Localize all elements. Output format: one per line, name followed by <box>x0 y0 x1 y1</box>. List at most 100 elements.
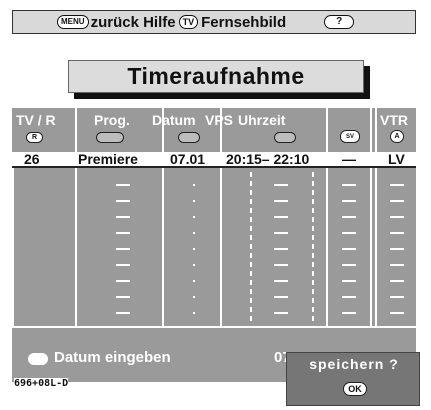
time-dotted-line <box>250 244 252 249</box>
time-dotted-line <box>250 235 252 240</box>
placeholder-mark <box>193 200 195 202</box>
uhrzeit-key-icon[interactable] <box>274 132 296 143</box>
header-prog: Prog. <box>94 112 130 128</box>
entry-sv: — <box>342 151 356 167</box>
time-dotted-line <box>250 226 252 231</box>
entry-program: Premiere <box>78 151 138 167</box>
header-vtr: VTR <box>380 112 408 128</box>
placeholder-mark <box>274 184 288 186</box>
placeholder-mark <box>116 184 130 186</box>
time-dotted-line <box>250 181 252 186</box>
time-dotted-line <box>312 262 314 267</box>
placeholder-mark <box>193 248 195 250</box>
time-dotted-line <box>312 253 314 258</box>
placeholder-mark <box>390 312 404 314</box>
save-question: speichern ? <box>309 356 399 372</box>
placeholder-mark <box>342 232 356 234</box>
time-dotted-line <box>312 316 314 321</box>
placeholder-mark <box>274 248 288 250</box>
r-key-icon[interactable]: R <box>26 132 43 143</box>
help-bar: MENU zurück Hilfe TV Fernsehbild ? <box>12 10 416 34</box>
placeholder-mark <box>390 296 404 298</box>
tv-picture-label: Fernsehbild <box>201 13 287 31</box>
time-dotted-line <box>312 235 314 240</box>
question-key-icon[interactable]: ? <box>324 15 355 29</box>
placeholder-mark <box>390 264 404 266</box>
timer-table: TV / R Prog. Datum VPS Uhrzeit VTR R SV … <box>12 108 416 382</box>
time-dotted-line <box>250 217 252 222</box>
time-dotted-line <box>312 190 314 195</box>
time-dotted-line <box>312 181 314 186</box>
placeholder-mark <box>193 280 195 282</box>
a-key-icon[interactable]: A <box>390 130 404 143</box>
header-uhrzeit: Uhrzeit <box>238 112 286 128</box>
menu-key-icon[interactable]: MENU <box>57 15 89 29</box>
column-separator <box>220 108 222 326</box>
placeholder-mark <box>390 280 404 282</box>
column-separator <box>75 108 77 326</box>
time-dotted-line <box>250 172 252 177</box>
placeholder-mark <box>193 296 195 298</box>
time-dotted-line <box>250 271 252 276</box>
column-separator <box>162 108 164 326</box>
placeholder-mark <box>342 216 356 218</box>
time-dotted-line <box>312 172 314 177</box>
time-dotted-line <box>312 217 314 222</box>
time-dotted-line <box>312 226 314 231</box>
header-vps: VPS <box>205 112 234 128</box>
entry-vtr: LV <box>388 151 405 167</box>
ok-key-icon[interactable]: OK <box>343 382 367 396</box>
placeholder-mark <box>390 248 404 250</box>
placeholder-mark <box>390 216 404 218</box>
entry-number: 26 <box>24 151 40 167</box>
time-dotted-line <box>250 280 252 285</box>
time-dotted-line <box>312 289 314 294</box>
placeholder-mark <box>342 264 356 266</box>
placeholder-mark <box>193 216 195 218</box>
time-dotted-line <box>250 289 252 294</box>
col-bg-1 <box>12 152 14 326</box>
placeholder-mark <box>193 264 195 266</box>
time-dotted-line <box>250 199 252 204</box>
time-dotted-line <box>312 199 314 204</box>
placeholder-mark <box>274 280 288 282</box>
sv-key-icon[interactable]: SV <box>340 130 360 143</box>
time-dotted-line <box>250 262 252 267</box>
placeholder-mark <box>342 184 356 186</box>
placeholder-mark <box>116 248 130 250</box>
header-datum: Datum <box>152 112 196 128</box>
white-key-icon[interactable] <box>28 353 48 365</box>
footer-hint: Datum eingeben <box>54 349 171 366</box>
placeholder-mark <box>193 232 195 234</box>
back-help-label: zurück Hilfe <box>90 13 176 31</box>
placeholder-mark <box>274 216 288 218</box>
placeholder-mark <box>116 232 130 234</box>
prog-key-icon[interactable] <box>96 132 124 143</box>
placeholder-mark <box>390 184 404 186</box>
time-dotted-line <box>250 298 252 303</box>
time-dotted-line <box>312 298 314 303</box>
time-dotted-line <box>250 316 252 321</box>
placeholder-mark <box>274 296 288 298</box>
placeholder-mark <box>342 280 356 282</box>
placeholder-mark <box>342 200 356 202</box>
datum-key-icon[interactable] <box>178 132 200 143</box>
placeholder-mark <box>193 312 195 314</box>
time-dotted-line <box>250 208 252 213</box>
placeholder-mark <box>274 312 288 314</box>
placeholder-mark <box>274 264 288 266</box>
time-dotted-line <box>250 253 252 258</box>
page-title: Timeraufnahme <box>68 60 364 93</box>
placeholder-mark <box>342 248 356 250</box>
table-row[interactable]: 26 Premiere 07.01 20:15– 22:10 — LV <box>12 152 416 168</box>
time-dotted-line <box>250 190 252 195</box>
placeholder-mark <box>274 232 288 234</box>
placeholder-mark <box>390 232 404 234</box>
placeholder-mark <box>116 296 130 298</box>
placeholder-mark <box>342 296 356 298</box>
time-dotted-line <box>250 307 252 312</box>
save-dialog: speichern ? OK <box>286 352 420 406</box>
tv-key-icon[interactable]: TV <box>178 15 199 29</box>
placeholder-mark <box>274 200 288 202</box>
entry-time: 20:15– 22:10 <box>226 151 310 167</box>
